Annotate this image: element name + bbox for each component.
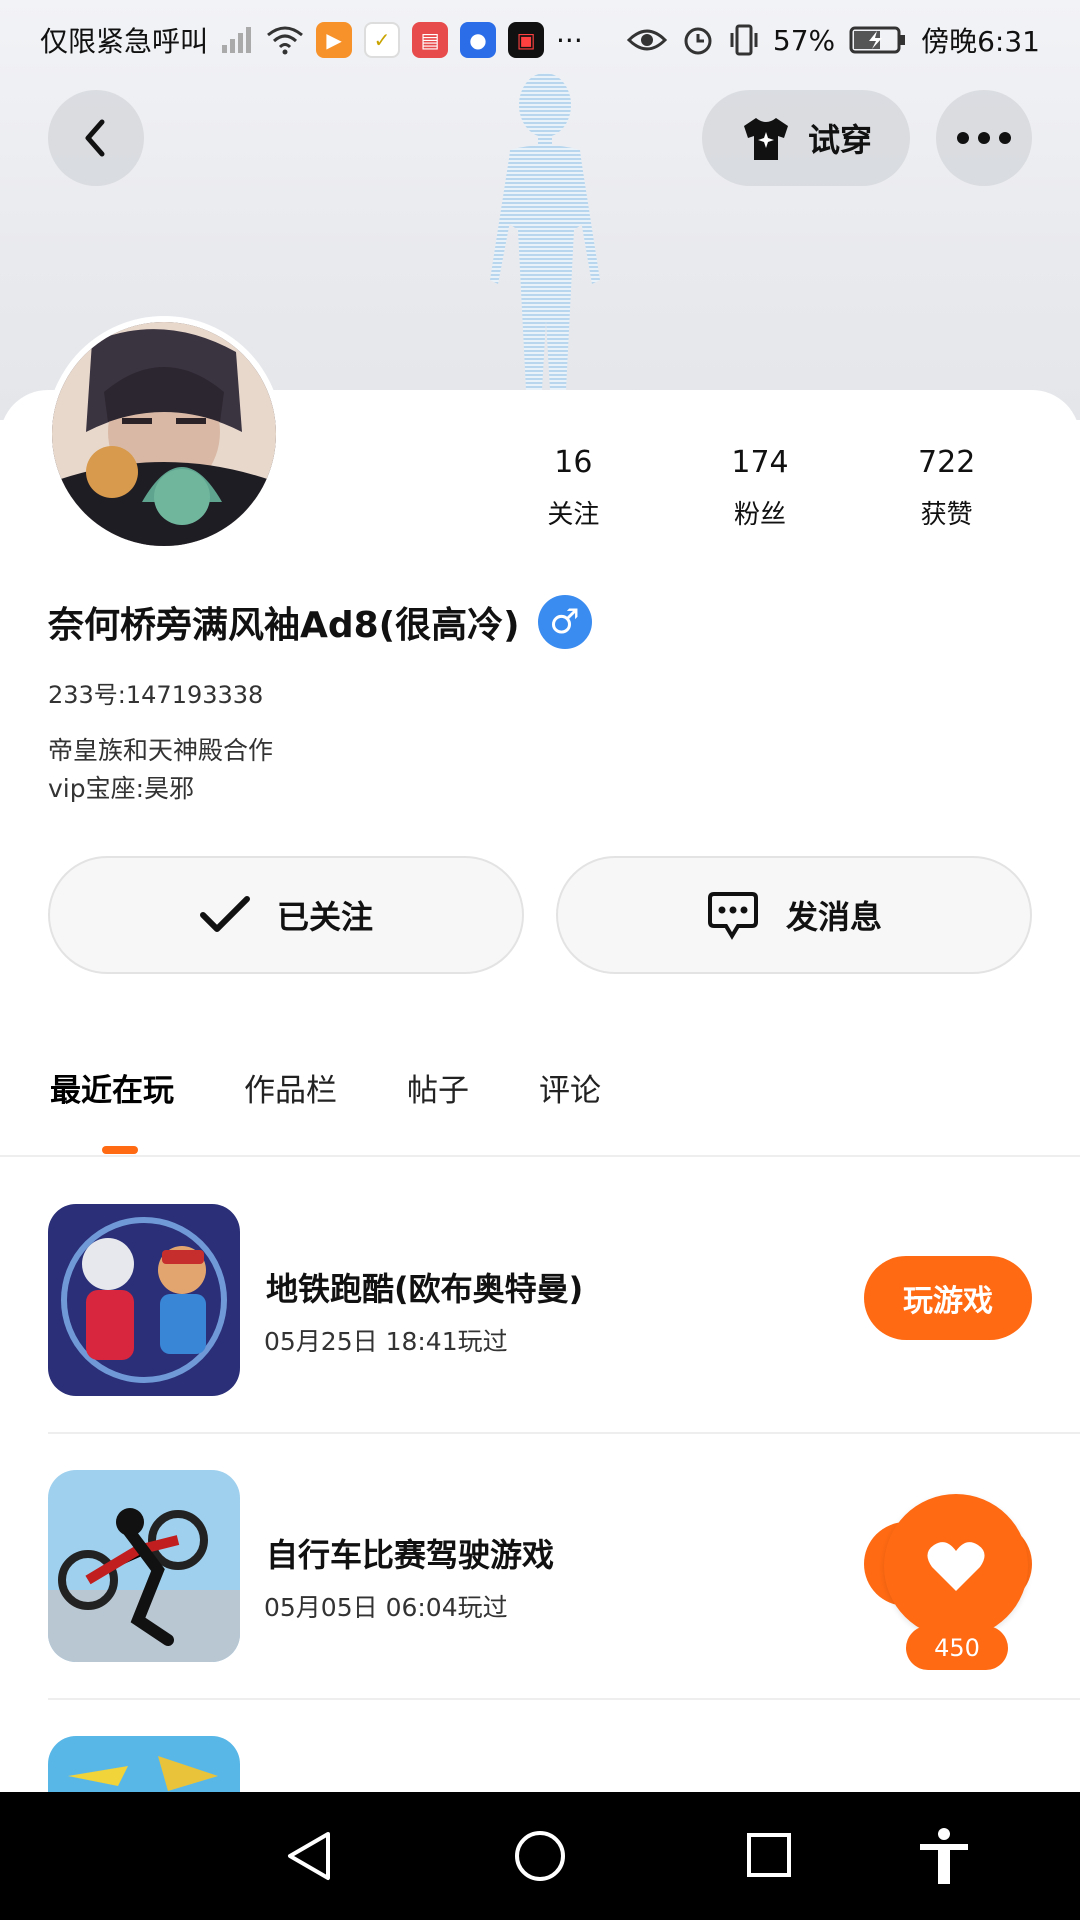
send-message-button[interactable]: 发消息 (556, 856, 1032, 974)
following-label: 已关注 (276, 898, 373, 936)
checkmark-icon (199, 896, 250, 932)
game-icon (48, 1204, 240, 1396)
stat-following[interactable]: 16 关注 (480, 445, 667, 531)
app-icon: ✓ (364, 22, 401, 58)
game-last-played: 05月05日 06:04玩过 (264, 1593, 508, 1622)
profile-name-row: 奈何桥旁满风袖Ad8(很高冷) ♂ (48, 595, 592, 649)
tab-posts[interactable]: 帖子 (407, 1065, 469, 1110)
try-on-button[interactable]: 试穿 (702, 90, 910, 186)
list-item[interactable]: 地铁跑酷(欧布奥特曼) 05月25日 18:41玩过 玩游戏 (48, 1204, 1032, 1404)
app-icon: ● (460, 22, 497, 58)
bio-line: 帝皇族和天神殿合作 (48, 736, 274, 765)
status-bar: 仅限紧急呼叫 ▶ ✓ ▤ ● ▣ ··· 57% 傍晚6:31 (0, 0, 1080, 80)
wifi-icon (267, 26, 303, 55)
avatar-image (52, 322, 276, 546)
stat-value: 174 (731, 445, 789, 480)
app-icon: ▶ (316, 22, 353, 58)
stat-likes[interactable]: 722 获赞 (853, 445, 1040, 531)
vibrate-icon (730, 24, 758, 56)
game-last-played: 05月25日 18:41玩过 (264, 1327, 508, 1356)
battery-icon (849, 26, 906, 54)
eye-icon (626, 29, 667, 51)
following-button[interactable]: 已关注 (48, 856, 524, 974)
row-divider (48, 1698, 1080, 1700)
back-button[interactable] (48, 90, 144, 186)
accessibility-icon[interactable] (916, 1826, 972, 1886)
active-tab-indicator (102, 1146, 138, 1154)
tab-works[interactable]: 作品栏 (244, 1065, 337, 1110)
like-count: 450 (906, 1626, 1008, 1670)
send-message-label: 发消息 (785, 898, 882, 936)
stat-value: 722 (918, 445, 976, 480)
more-notifications: ··· (556, 23, 583, 57)
like-fab[interactable] (884, 1494, 1028, 1638)
tshirt-icon (743, 118, 788, 160)
profile-bio: 帝皇族和天神殿合作 vip宝座:昊邪 (48, 732, 273, 808)
recents-square-icon[interactable] (746, 1832, 792, 1878)
avatar-hologram (490, 73, 600, 390)
stat-followers[interactable]: 174 粉丝 (667, 445, 854, 531)
app-icon: ▤ (412, 22, 449, 58)
chat-bubble-icon (707, 892, 758, 940)
stat-value: 16 (554, 445, 593, 480)
avatar[interactable] (46, 316, 282, 552)
tabs-divider (0, 1155, 1080, 1157)
stat-label: 获赞 (920, 500, 973, 530)
bio-line: vip宝座:昊邪 (48, 774, 195, 803)
game-title: 地铁跑酷(欧布奥特曼) (266, 1270, 584, 1308)
game-icon (48, 1736, 240, 1792)
battery-percent: 57% (772, 23, 836, 57)
profile-tabs: 最近在玩 作品栏 帖子 评论 (50, 1065, 601, 1110)
system-nav-bar (0, 1792, 1080, 1920)
game-title: 自行车比赛驾驶游戏 (266, 1536, 555, 1574)
alarm-icon (684, 27, 712, 55)
carrier-text: 仅限紧急呼叫 (40, 25, 209, 58)
more-dots-icon (957, 132, 1011, 144)
male-gender-icon: ♂ (537, 595, 592, 649)
play-game-button[interactable]: 玩游戏 (864, 1256, 1032, 1340)
profile-name: 奈何桥旁满风袖Ad8(很高冷) (48, 605, 520, 646)
app-icon: ▣ (508, 22, 545, 58)
clock: 傍晚6:31 (921, 25, 1040, 58)
more-options-button[interactable] (936, 90, 1032, 186)
heart-icon (927, 1542, 985, 1591)
profile-stats: 16 关注 174 粉丝 722 获赞 (480, 445, 1040, 531)
signal-icon (222, 27, 252, 53)
tab-recently-played[interactable]: 最近在玩 (50, 1065, 174, 1110)
tab-comments[interactable]: 评论 (539, 1065, 601, 1110)
game-icon (48, 1470, 240, 1662)
try-on-label: 试穿 (807, 121, 872, 159)
stat-label: 粉丝 (734, 500, 787, 530)
stat-label: 关注 (547, 500, 600, 530)
chevron-left-icon (85, 119, 105, 157)
home-circle-icon[interactable] (514, 1830, 566, 1882)
back-triangle-icon[interactable] (284, 1830, 334, 1882)
list-item[interactable] (48, 1736, 1032, 1792)
user-id: 233号:147193338 (48, 681, 264, 709)
row-divider (48, 1432, 1080, 1434)
